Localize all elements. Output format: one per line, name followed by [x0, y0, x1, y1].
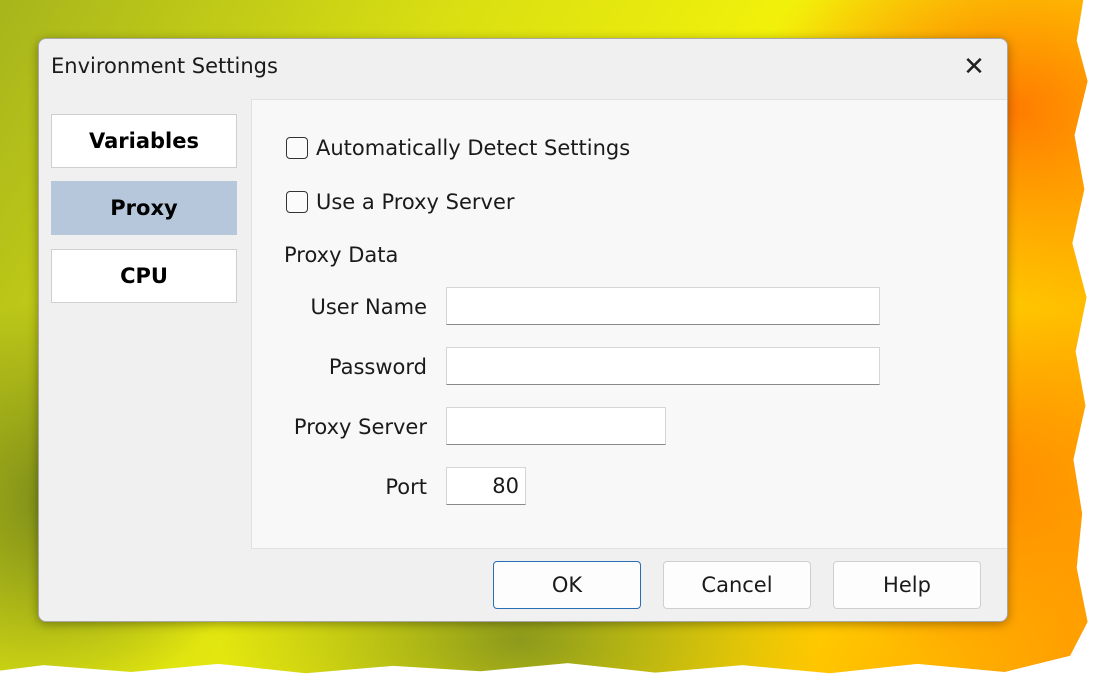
environment-settings-dialog: Environment Settings ✕ Variables Proxy C… [38, 38, 1008, 622]
tab-cpu[interactable]: CPU [51, 249, 237, 303]
user-name-label: User Name [310, 295, 428, 319]
tab-proxy[interactable]: Proxy [51, 181, 237, 235]
auto-detect-label[interactable]: Automatically Detect Settings [316, 136, 630, 160]
use-proxy-label[interactable]: Use a Proxy Server [316, 190, 515, 214]
close-button[interactable]: ✕ [951, 47, 997, 87]
proxy-settings-panel: Automatically Detect Settings Use a Prox… [251, 99, 1007, 549]
proxy-server-input[interactable] [446, 407, 666, 445]
dialog-title: Environment Settings [51, 54, 278, 78]
port-input[interactable]: 80 [446, 467, 526, 505]
title-bar: Environment Settings ✕ [39, 39, 1007, 97]
ok-button[interactable]: OK [493, 561, 641, 609]
tab-variables[interactable]: Variables [51, 114, 237, 168]
password-input[interactable] [446, 347, 880, 385]
use-proxy-checkbox[interactable] [286, 191, 308, 213]
help-button[interactable]: Help [833, 561, 981, 609]
user-name-input[interactable] [446, 287, 880, 325]
proxy-server-label: Proxy Server [293, 415, 427, 439]
close-icon: ✕ [963, 52, 985, 82]
cancel-button[interactable]: Cancel [663, 561, 811, 609]
auto-detect-checkbox[interactable] [286, 137, 308, 159]
password-label: Password [328, 355, 427, 379]
port-label: Port [385, 475, 427, 499]
proxy-data-heading: Proxy Data [284, 243, 399, 267]
